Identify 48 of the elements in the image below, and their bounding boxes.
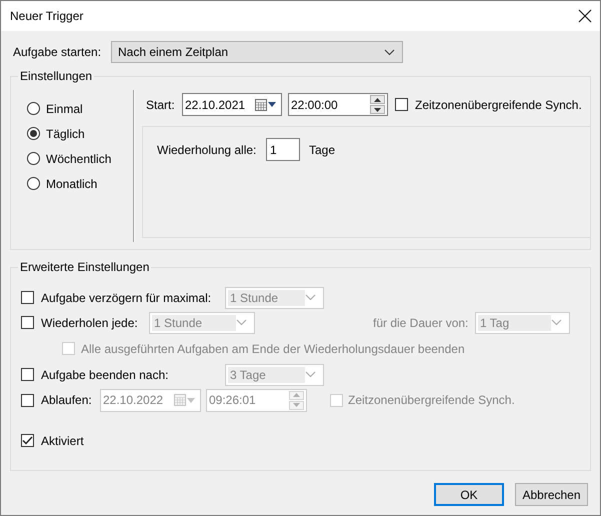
radio-button[interactable] [27, 152, 40, 165]
radio-label: Einmal [46, 102, 83, 116]
field-label: Start: [146, 98, 175, 112]
number-field[interactable]: 1 [266, 138, 300, 161]
chevron-down-icon [551, 319, 562, 326]
date-field[interactable]: 22.10.2021 [182, 93, 282, 116]
caret-down-icon [268, 102, 276, 107]
field-label: Wiederholung alle: [157, 142, 256, 156]
chevron-down-icon [384, 48, 395, 56]
time-field[interactable]: 22:00:00 [288, 93, 388, 116]
radio-label: Monatlich [46, 176, 98, 190]
dialog-button[interactable]: Abbrechen [515, 483, 588, 506]
radio-label: Täglich [46, 126, 85, 140]
calendar-icon [255, 98, 267, 110]
field-label: Aufgabe starten: [13, 45, 102, 59]
chevron-down-icon [305, 371, 316, 378]
window-title: Neuer Trigger [10, 9, 84, 23]
down-arrow-icon [293, 403, 300, 407]
checkbox-label: Alle ausgeführten Aufgaben am Ende der Wiederholungsdauer beenden [81, 342, 465, 356]
checkbox-label: Zeitzonenübergreifende Synch. [348, 393, 515, 407]
field-label: für die Dauer von: [373, 316, 468, 330]
group-title: Einstellungen [18, 69, 94, 84]
chevron-down-icon [236, 319, 247, 326]
unit-label: Tage [309, 142, 336, 156]
checkbox-label: Aufgabe beenden nach: [41, 368, 168, 382]
checkbox-label: Aufgabe verzögern für maximal: [41, 290, 212, 304]
checkbox[interactable] [21, 434, 34, 447]
radio-button[interactable] [27, 127, 40, 140]
checkbox[interactable] [395, 98, 408, 111]
checkbox-label: Ablaufen: [41, 393, 92, 407]
checkbox-label: Aktiviert [41, 434, 84, 448]
group-title: Erweiterte Einstellungen [18, 260, 152, 275]
caret-down-icon [187, 398, 195, 402]
up-arrow-icon [293, 393, 300, 397]
radio-button[interactable] [27, 102, 40, 115]
chevron-down-icon [305, 294, 316, 301]
dropdown[interactable]: Nach einem Zeitplan [111, 41, 403, 63]
spin-up-button[interactable] [370, 95, 385, 104]
dialog-button[interactable]: OK [434, 483, 504, 506]
calendar-icon [174, 394, 186, 406]
close-icon[interactable] [578, 9, 592, 23]
down-arrow-icon [374, 108, 381, 112]
spin-down-button[interactable] [370, 105, 385, 114]
up-arrow-icon [374, 98, 381, 102]
radio-label: Wöchentlich [46, 152, 112, 166]
checkbox-label: Zeitzonenübergreifende Synch. [415, 98, 582, 112]
radio-button[interactable] [27, 177, 40, 190]
checkbox-label: Wiederholen jede: [41, 316, 138, 330]
